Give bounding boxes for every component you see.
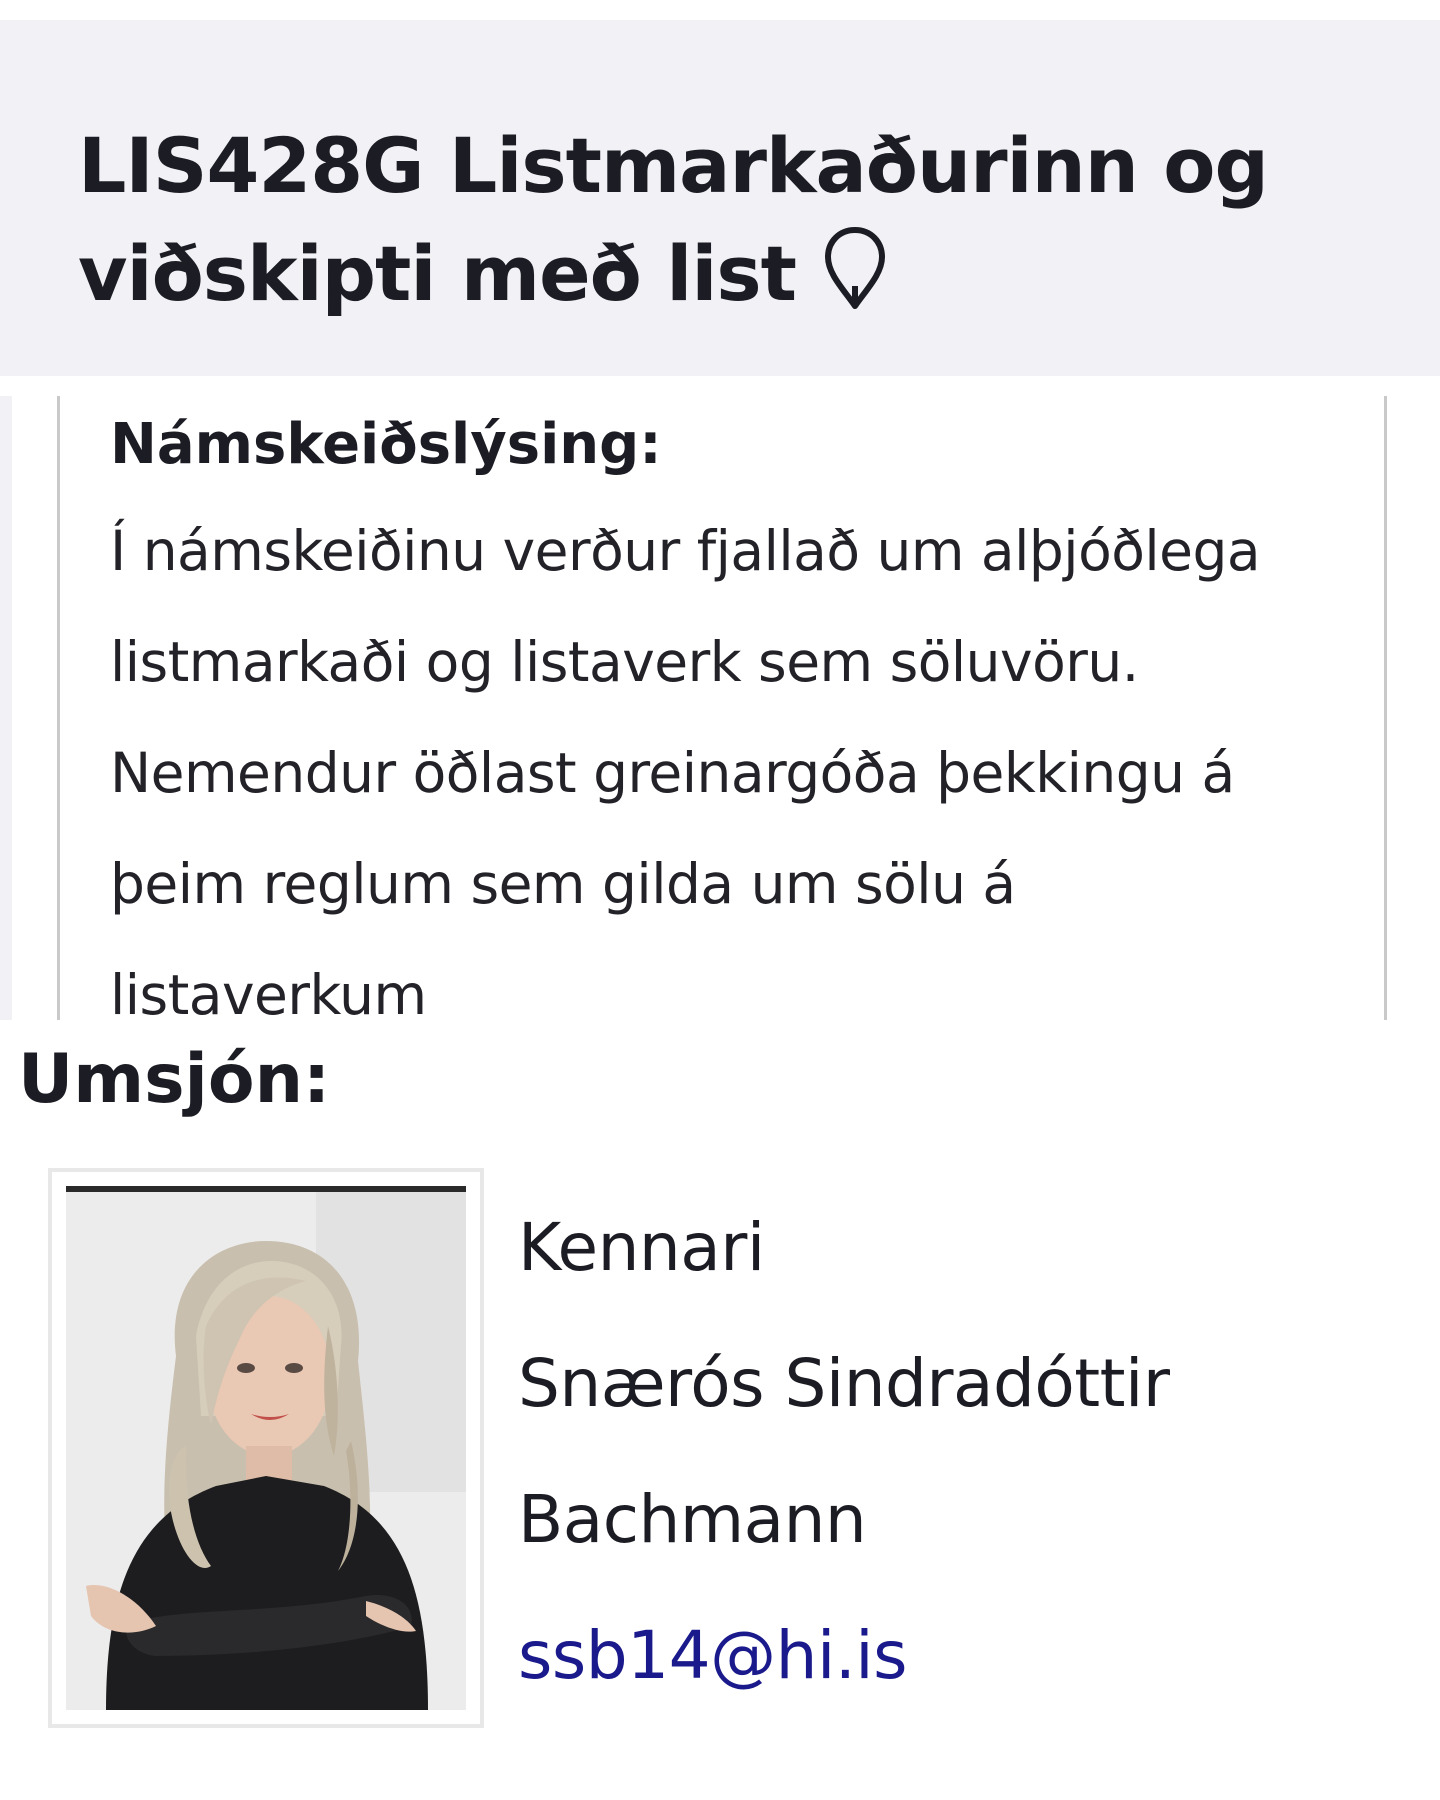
course-title: LIS428G Listmarkaðurinn og viðskipti með… (78, 112, 1380, 328)
course-description-panel[interactable]: Námskeiðslýsing: Í námskeiðinu verður fj… (57, 396, 1387, 1020)
course-header: LIS428G Listmarkaðurinn og viðskipti með… (0, 20, 1440, 376)
teacher-name: Snærós Sindradóttir Bachmann (518, 1345, 1170, 1558)
teacher-email-link[interactable]: ssb14@hi.is (518, 1617, 908, 1694)
supervision-heading: Umsjón: (18, 1040, 331, 1119)
description-heading: Námskeiðslýsing: (110, 412, 662, 477)
description-text: Í námskeiðinu verður fjallað um alþjóðle… (110, 519, 1261, 1020)
teacher-photo (66, 1186, 466, 1710)
map-pin-icon[interactable] (824, 226, 886, 310)
teacher-role: Kennari (518, 1209, 765, 1286)
teacher-email-line: ssb14@hi.is (518, 1588, 1418, 1724)
left-strip (0, 396, 12, 1020)
course-title-text: LIS428G Listmarkaðurinn og viðskipti með… (78, 121, 1269, 318)
teacher-info: Kennari Snærós Sindradóttir Bachmann ssb… (518, 1180, 1418, 1724)
teacher-photo-frame (48, 1168, 484, 1728)
